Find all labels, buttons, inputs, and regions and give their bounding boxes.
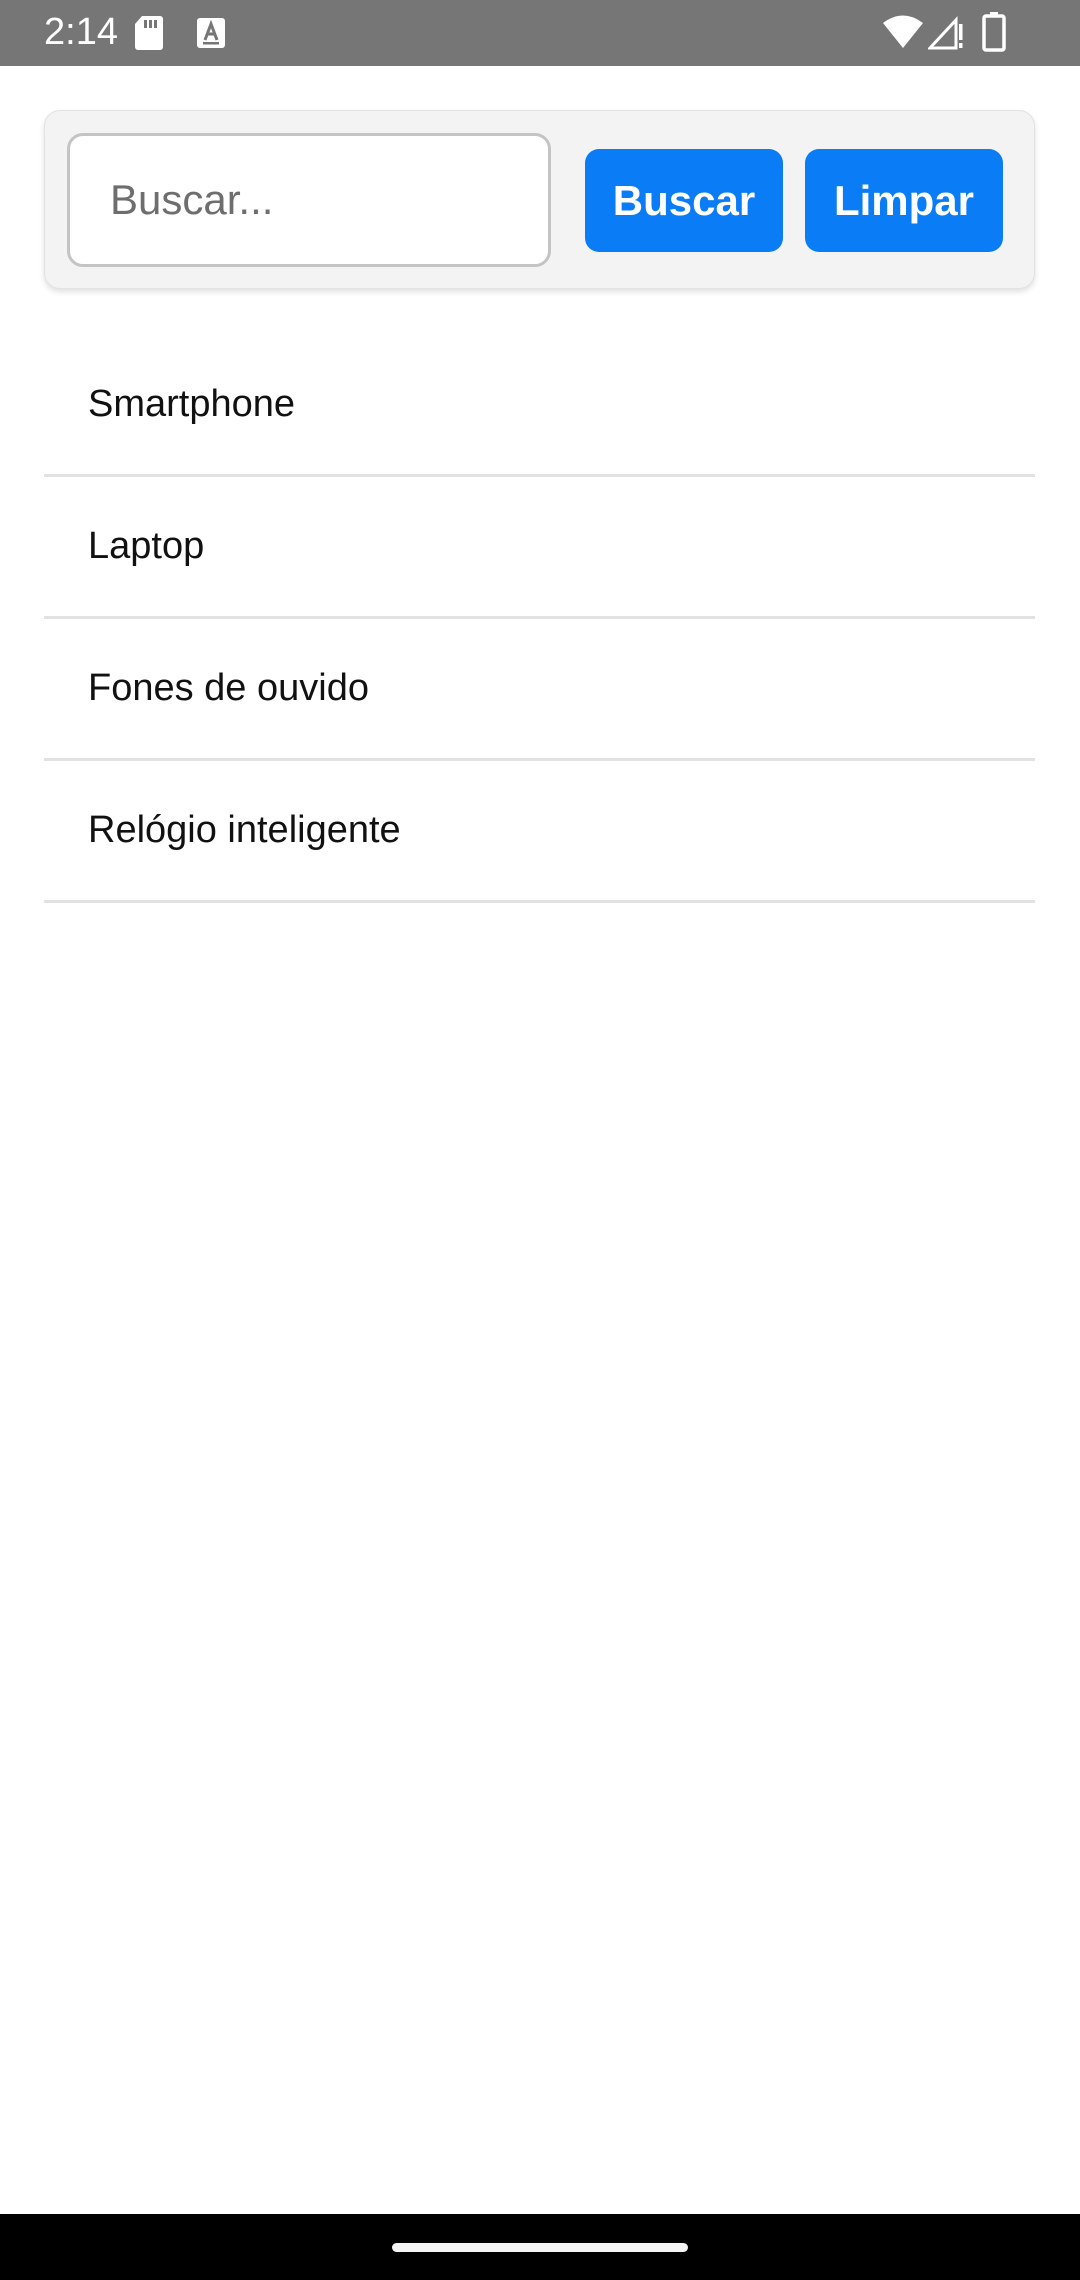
sd-card-icon (135, 16, 163, 50)
text-a-icon (197, 18, 225, 48)
search-panel: Buscar Limpar (44, 110, 1035, 289)
status-bar: 2:14 (0, 0, 1080, 66)
home-indicator[interactable] (392, 2243, 688, 2252)
cellular-signal-icon (928, 16, 963, 50)
status-time: 2:14 (44, 11, 118, 53)
search-button[interactable]: Buscar (585, 149, 783, 252)
search-input[interactable] (67, 133, 551, 267)
navigation-bar (0, 2214, 1080, 2280)
battery-icon (982, 12, 1006, 52)
wifi-icon (883, 15, 923, 48)
clear-button[interactable]: Limpar (805, 149, 1003, 252)
product-list: Smartphone Laptop Fones de ouvido Relógi… (44, 335, 1035, 903)
list-item[interactable]: Smartphone (44, 335, 1035, 477)
list-item[interactable]: Laptop (44, 477, 1035, 619)
list-item[interactable]: Relógio inteligente (44, 761, 1035, 903)
list-item[interactable]: Fones de ouvido (44, 619, 1035, 761)
app-screen: 2:14 Buscar... Buscar Limpar Smartphone … (0, 0, 1080, 2280)
